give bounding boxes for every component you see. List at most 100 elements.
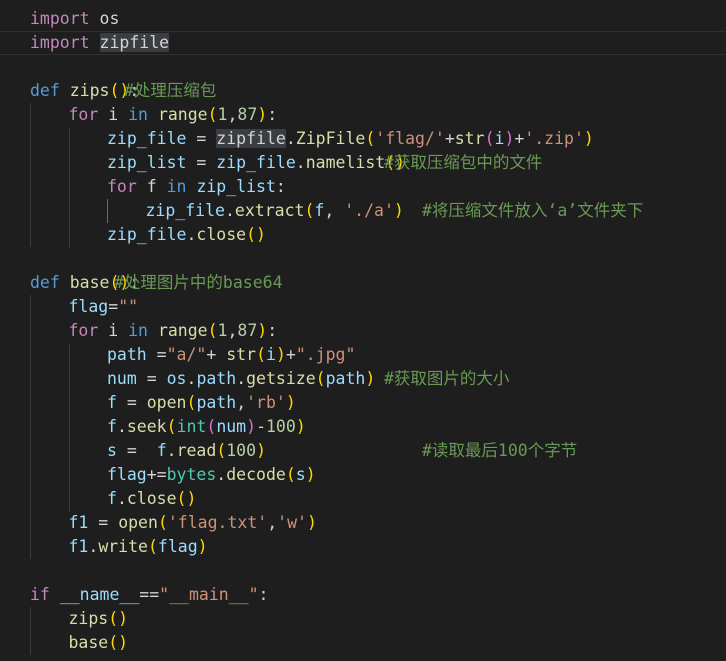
code-token: in xyxy=(166,177,187,196)
code-text: zip_list = zip_file.namelist() xyxy=(107,151,405,175)
code-token: 1 xyxy=(217,321,228,340)
code-token: if xyxy=(30,585,50,604)
code-token: ZipFile xyxy=(295,129,366,148)
code-text: zip_file.close() xyxy=(107,223,266,247)
code-line[interactable]: num = os.path.getsize(path) #获取图片的大小 xyxy=(0,367,726,391)
code-token: 'rb' xyxy=(246,393,286,412)
code-token: , xyxy=(324,201,345,220)
code-token: i xyxy=(494,129,505,148)
indent-guide xyxy=(30,103,31,247)
code-line[interactable]: import os xyxy=(0,7,726,31)
code-line[interactable]: f.seek(int(num)-100) xyxy=(0,415,726,439)
code-token: path xyxy=(196,369,237,388)
code-token: "" xyxy=(118,297,139,316)
code-token: str xyxy=(454,129,485,148)
code-token: ( xyxy=(285,465,296,484)
code-line[interactable]: def base(): #处理图片中的base64 xyxy=(0,271,726,295)
code-token: ) xyxy=(504,129,515,148)
code-token: f xyxy=(107,393,117,412)
code-token: + xyxy=(444,129,455,148)
code-token: s xyxy=(295,465,306,484)
code-token: = xyxy=(116,441,157,460)
code-line[interactable]: import zipfile xyxy=(0,31,726,55)
code-token: : xyxy=(258,585,269,604)
code-line[interactable] xyxy=(0,247,726,271)
code-token: . xyxy=(216,465,227,484)
code-line[interactable]: for i in range(1,87): xyxy=(0,103,726,127)
code-token: f xyxy=(156,441,167,460)
code-line[interactable]: zip_file.close() xyxy=(0,223,726,247)
code-token: : xyxy=(267,321,278,340)
code-token: base xyxy=(69,273,110,292)
code-token: ( xyxy=(216,441,227,460)
code-token: 'flag.txt' xyxy=(167,513,268,532)
code-token: flag xyxy=(107,465,147,484)
code-token: ) xyxy=(275,345,286,364)
code-token: def xyxy=(30,273,60,292)
code-line[interactable]: flag+=bytes.decode(s) xyxy=(0,463,726,487)
code-token: 100 xyxy=(266,417,296,436)
code-token: ) xyxy=(256,441,266,460)
code-line[interactable]: zip_file.extract(f, './a') #将压缩文件放入‘a’文件夹… xyxy=(0,199,726,223)
code-token: ( xyxy=(206,417,217,436)
code-text: if __name__=="__main__": xyxy=(30,583,268,607)
code-token: ( xyxy=(207,105,218,124)
code-line[interactable]: flag="" xyxy=(0,295,726,319)
code-token: import xyxy=(30,33,90,52)
code-token: = xyxy=(136,369,167,388)
code-comment: #处理压缩包 xyxy=(124,81,217,100)
code-token: bytes xyxy=(166,465,217,484)
code-token: range xyxy=(157,321,208,340)
code-line[interactable]: zip_list = zip_file.namelist() #获取压缩包中的文件 xyxy=(0,151,726,175)
code-line[interactable]: def zips(): #处理压缩包 xyxy=(0,79,726,103)
code-line[interactable]: f.close() xyxy=(0,487,726,511)
code-token: + xyxy=(285,345,296,364)
code-line[interactable] xyxy=(0,55,726,79)
indent-guide xyxy=(68,127,70,247)
code-token: ( xyxy=(256,345,266,364)
code-text: flag="" xyxy=(69,295,139,319)
code-token: f1 xyxy=(68,537,89,556)
code-token: 'flag/' xyxy=(375,129,445,148)
code-token: == xyxy=(139,585,160,604)
code-line[interactable]: for i in range(1,87): xyxy=(0,319,726,343)
code-token: ) xyxy=(393,201,404,220)
code-token: + xyxy=(206,345,227,364)
code-comment: #处理图片中的base64 xyxy=(114,273,283,292)
code-line[interactable]: base() xyxy=(0,631,726,655)
code-token: () xyxy=(108,633,129,652)
code-text: f.close() xyxy=(107,487,196,511)
code-text: for i in range(1,87): xyxy=(69,319,278,343)
code-line[interactable]: f = open(path,'rb') xyxy=(0,391,726,415)
code-line[interactable] xyxy=(0,559,726,583)
code-token: zip_file xyxy=(145,201,225,220)
code-token: zip_list xyxy=(196,177,276,196)
code-line[interactable]: if __name__=="__main__": xyxy=(0,583,726,607)
code-line[interactable]: zips() xyxy=(0,607,726,631)
code-token: : xyxy=(267,105,278,124)
code-token: , xyxy=(236,393,247,412)
code-token: - xyxy=(256,417,266,436)
code-token: ( xyxy=(484,129,495,148)
code-token: os xyxy=(89,9,120,28)
code-token: s xyxy=(107,441,117,460)
code-token: namelist xyxy=(305,153,386,172)
code-text: path ="a/"+ str(i)+".jpg" xyxy=(107,343,355,367)
code-line[interactable]: f1.write(flag) xyxy=(0,535,726,559)
code-line[interactable]: f1 = open('flag.txt','w') xyxy=(0,511,726,535)
code-token: ( xyxy=(166,417,177,436)
code-token: ( xyxy=(304,201,315,220)
code-token: "__main__" xyxy=(159,585,259,604)
code-line[interactable]: zip_file = zipfile.ZipFile('flag/'+str(i… xyxy=(0,127,726,151)
code-token: path xyxy=(196,393,237,412)
code-editor[interactable]: import os import zipfile def zips(): #处理压缩包… xyxy=(0,0,726,661)
code-line[interactable]: path ="a/"+ str(i)+".jpg" xyxy=(0,343,726,367)
code-token: base xyxy=(68,633,109,652)
code-token: = xyxy=(108,297,119,316)
code-line[interactable]: for f in zip_list: xyxy=(0,175,726,199)
code-line[interactable]: s = f.read(100) #读取最后100个字节 xyxy=(0,439,726,463)
code-token: . xyxy=(224,201,235,220)
